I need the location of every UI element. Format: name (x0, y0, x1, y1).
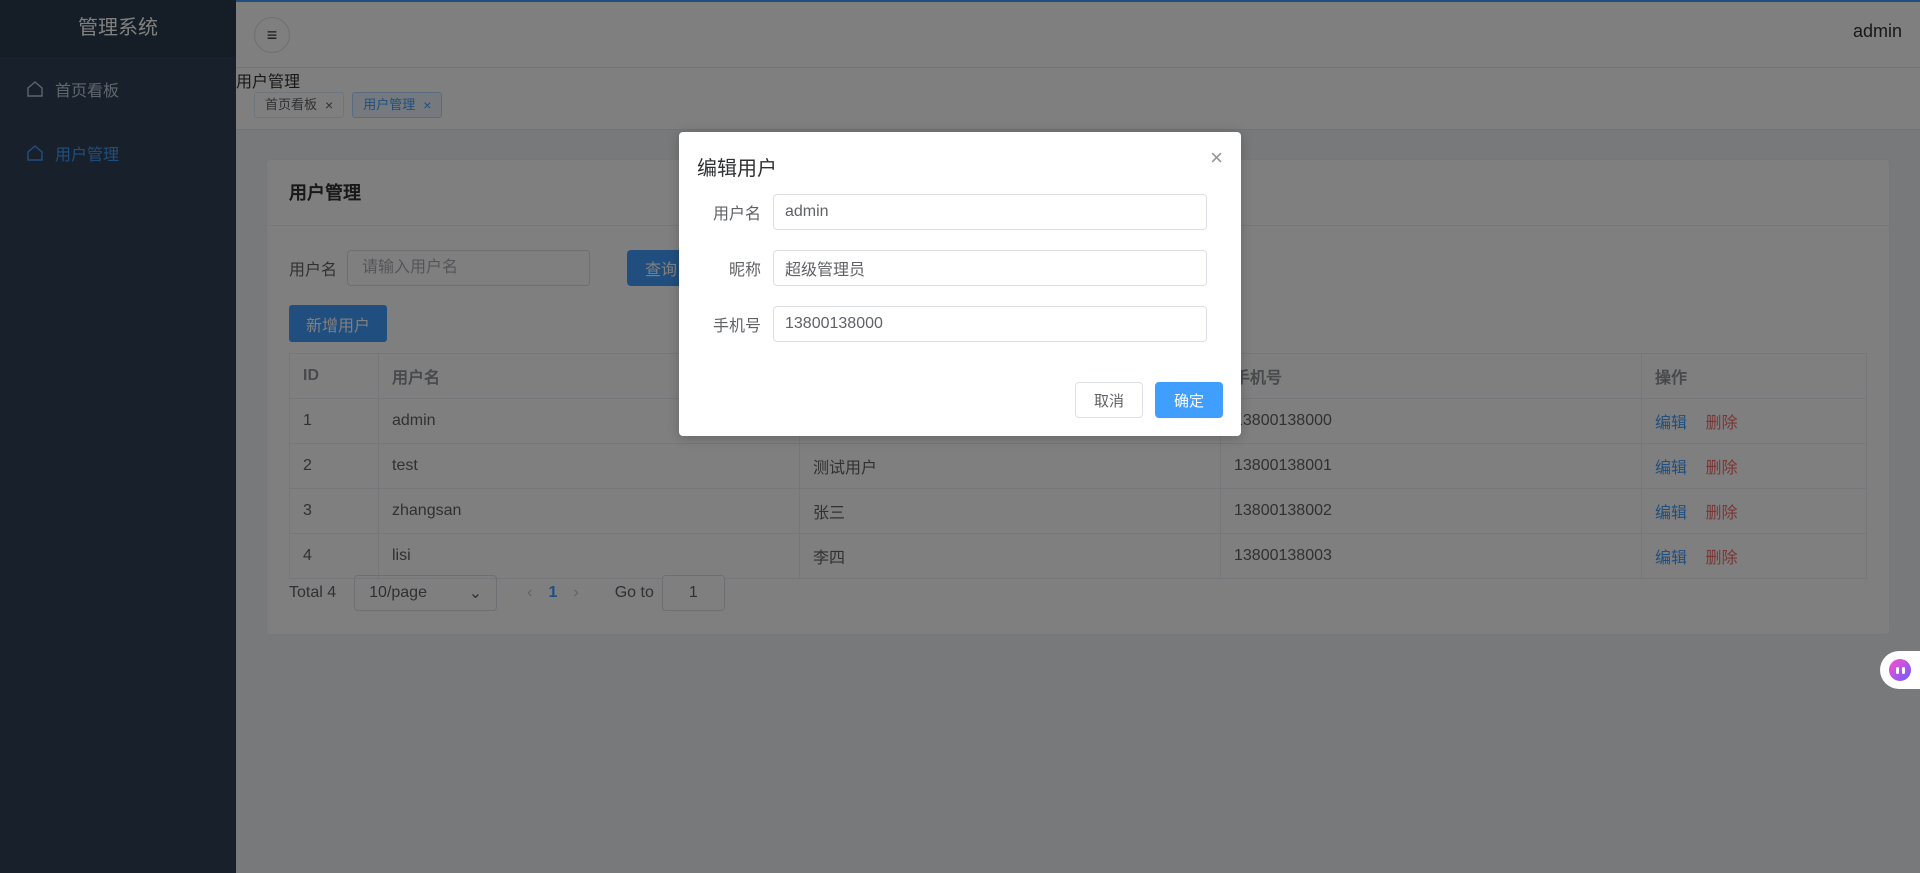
username-label: 用户名 (712, 206, 761, 223)
assistant-icon (1889, 659, 1911, 681)
cancel-button[interactable]: 取消 (1074, 382, 1143, 418)
phone-field[interactable] (773, 306, 1207, 342)
phone-label: 手机号 (712, 318, 761, 335)
form-row-phone: 手机号 (679, 306, 1241, 342)
modal-overlay[interactable] (0, 0, 1920, 873)
form-row-nickname: 昵称 (679, 250, 1241, 286)
dialog-title: 编辑用户 (697, 158, 777, 180)
username-field[interactable] (773, 194, 1207, 230)
assistant-bubble[interactable] (1880, 651, 1920, 689)
nickname-field[interactable] (773, 250, 1207, 286)
edit-user-dialog: 编辑用户 × 用户名 昵称 手机号 取消 确定 (679, 132, 1241, 436)
nickname-label: 昵称 (728, 262, 761, 279)
form-row-username: 用户名 (679, 194, 1241, 230)
close-icon[interactable]: × (1210, 145, 1223, 171)
confirm-button[interactable]: 确定 (1154, 382, 1223, 418)
